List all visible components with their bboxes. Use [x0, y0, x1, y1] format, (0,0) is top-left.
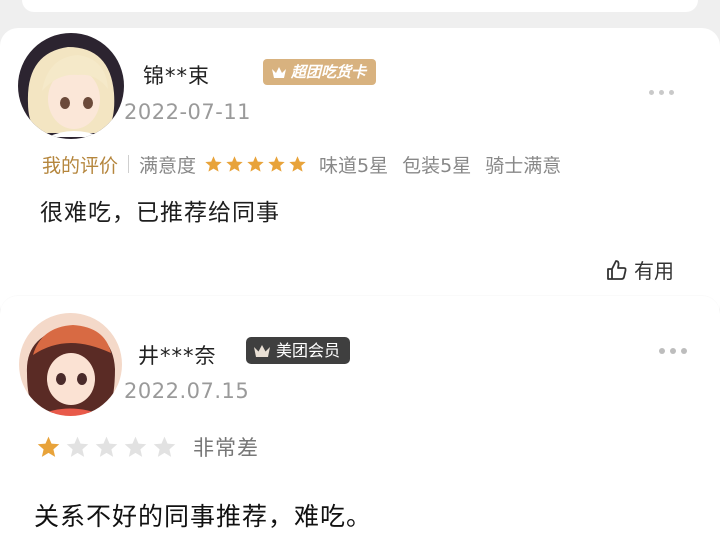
badge-label: 超团吃货卡 — [291, 63, 367, 81]
star-empty-icon — [153, 436, 176, 457]
star-filled-icon — [226, 155, 243, 172]
crown-icon — [272, 66, 286, 78]
username: 井***奈 — [138, 344, 217, 368]
satisfaction-label: 满意度 — [139, 154, 197, 177]
star-rating — [204, 155, 307, 174]
more-options-icon[interactable] — [649, 90, 674, 95]
rating-row: 非常差 — [36, 432, 259, 462]
evaluation-row: 我的评价 满意度 味道5星 包装5星 骑士满意 — [42, 150, 561, 178]
taste-rating: 味道5星 — [319, 154, 389, 177]
review-comment: 很难吃，已推荐给同事 — [40, 200, 280, 226]
packaging-rating: 包装5星 — [402, 154, 472, 177]
badge-label: 美团会员 — [276, 341, 341, 360]
crown-icon — [254, 344, 270, 357]
star-empty-icon — [124, 436, 147, 457]
username: 锦**束 — [143, 64, 210, 88]
star-filled-icon — [205, 155, 222, 172]
helpful-label: 有用 — [634, 259, 674, 283]
more-options-icon[interactable] — [659, 348, 687, 354]
my-evaluation-label: 我的评价 — [42, 154, 119, 177]
star-rating — [36, 435, 177, 460]
star-filled-icon — [247, 155, 264, 172]
member-badge: 超团吃货卡 — [263, 59, 377, 85]
rider-rating: 骑士满意 — [485, 154, 562, 177]
avatar[interactable] — [18, 33, 124, 139]
review-date: 2022-07-11 — [124, 100, 252, 124]
review-date: 2022.07.15 — [124, 379, 250, 403]
review-comment: 关系不好的同事推荐，难吃。 — [34, 502, 373, 531]
member-badge: 美团会员 — [246, 337, 351, 364]
star-filled-icon — [289, 155, 306, 172]
star-filled-icon — [268, 155, 285, 172]
star-empty-icon — [66, 436, 89, 457]
star-empty-icon — [95, 436, 118, 457]
avatar[interactable] — [19, 313, 122, 416]
divider — [128, 155, 130, 173]
thumbs-up-icon — [607, 259, 627, 280]
star-filled-icon — [37, 436, 60, 457]
helpful-button[interactable]: 有用 — [606, 255, 674, 284]
previous-card-edge — [22, 0, 698, 12]
rating-label: 非常差 — [193, 436, 259, 460]
